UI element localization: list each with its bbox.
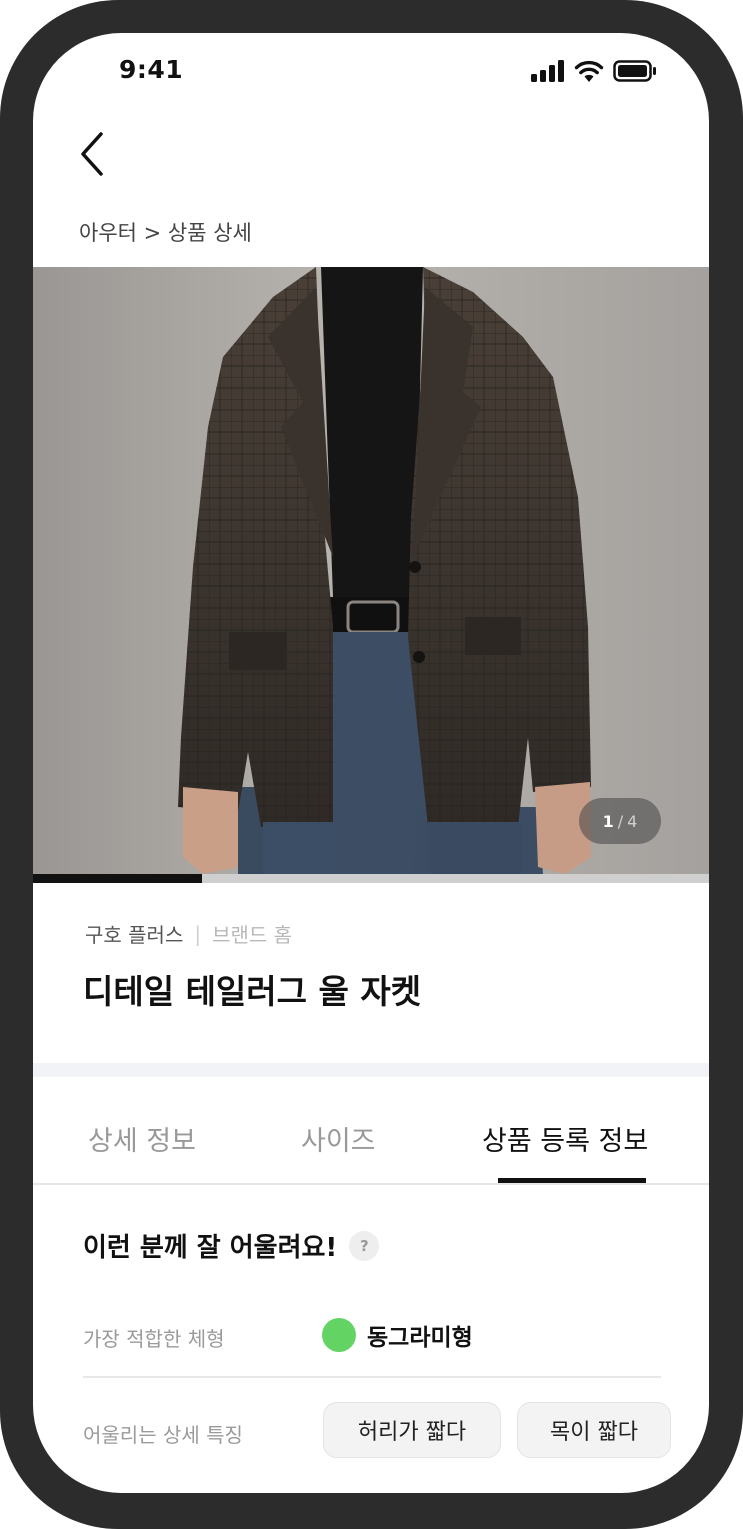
- help-icon[interactable]: ?: [349, 1230, 380, 1261]
- tab-divider: [33, 1183, 709, 1185]
- fit-features-label: 어울리는 상세 특징: [83, 1423, 243, 1447]
- row-divider: [83, 1376, 661, 1378]
- feature-chip-short-waist[interactable]: 허리가 짧다: [323, 1402, 501, 1458]
- image-counter-total: 4: [627, 811, 638, 831]
- image-counter: 1 / 4: [579, 798, 661, 844]
- image-counter-current: 1: [602, 811, 614, 831]
- chevron-left-icon: [81, 132, 103, 176]
- status-icons: [531, 60, 657, 82]
- product-image[interactable]: [33, 267, 709, 874]
- cellular-signal-icon: [531, 60, 564, 82]
- image-counter-separator: /: [617, 811, 624, 831]
- status-bar: 9:41: [33, 33, 709, 113]
- tab-product-registration-info[interactable]: 상품 등록 정보: [482, 1119, 648, 1158]
- fit-section-title: 이런 분께 잘 어울려요! ?: [83, 1227, 380, 1264]
- tab-bar: 상세 정보 사이즈 상품 등록 정보: [33, 1077, 709, 1183]
- brand-divider: |: [194, 921, 202, 946]
- fit-section-title-text: 이런 분께 잘 어울려요!: [83, 1233, 338, 1263]
- brand-home-link[interactable]: 브랜드 홈: [212, 919, 292, 948]
- tab-detail-info[interactable]: 상세 정보: [88, 1119, 196, 1158]
- feature-chip-short-neck[interactable]: 목이 짧다: [517, 1402, 671, 1458]
- circle-icon: [322, 1318, 356, 1352]
- screen: 9:41 아우터 > 상품 상세 1 / 4 구호 플러스 | 브랜드 홈 디테…: [33, 33, 709, 1493]
- section-divider: [33, 1063, 709, 1077]
- wifi-icon: [574, 60, 604, 82]
- tab-size[interactable]: 사이즈: [301, 1119, 376, 1158]
- best-body-type-label: 가장 적합한 체형: [83, 1327, 225, 1351]
- image-progress-bar: [33, 874, 709, 883]
- phone-frame: 9:41 아우터 > 상품 상세 1 / 4 구호 플러스 | 브랜드 홈 디테…: [0, 0, 743, 1529]
- best-body-type-value: 동그라미형: [367, 1325, 473, 1351]
- brand-name[interactable]: 구호 플러스: [85, 919, 183, 948]
- product-title: 디테일 테일러그 울 자켓: [83, 972, 422, 1011]
- status-time: 9:41: [119, 55, 184, 84]
- best-body-type: 동그라미형: [322, 1318, 473, 1352]
- image-progress-fill: [33, 874, 202, 883]
- battery-icon: [613, 60, 656, 82]
- back-button[interactable]: [73, 129, 113, 179]
- brand-row: 구호 플러스 | 브랜드 홈: [85, 919, 292, 948]
- breadcrumb: 아우터 > 상품 상세: [79, 221, 252, 245]
